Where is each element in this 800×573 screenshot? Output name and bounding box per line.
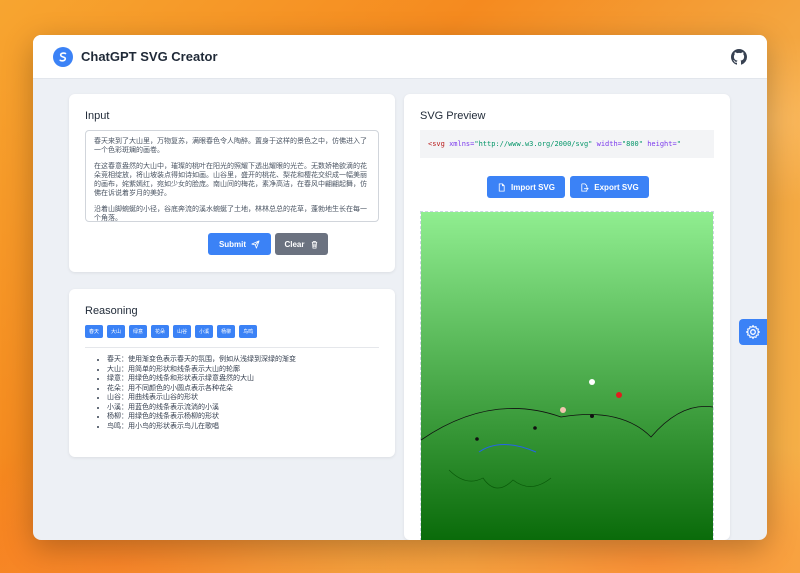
svg-preview-canvas	[420, 211, 714, 540]
keyword-tag: 小溪	[195, 325, 214, 338]
clear-label: Clear	[284, 239, 305, 249]
app-window: ChatGPT SVG Creator Input 春天来到了大山里，万物复苏，…	[33, 35, 767, 540]
app-title: ChatGPT SVG Creator	[81, 49, 218, 64]
prompt-textarea[interactable]: 春天来到了大山里，万物复苏，满眼春色令人陶醉。置身于这样的景色之中，仿佛进入了一…	[85, 130, 379, 222]
list-item: 大山：用简单的形状和线条表示大山的轮廓	[107, 365, 296, 375]
code-attr: width=	[592, 140, 622, 148]
code-attr: xmlns=	[444, 140, 475, 148]
code-value: "http://www.w3.org/2000/svg"	[474, 140, 593, 148]
code-attr: height=	[642, 140, 677, 148]
pink-dot	[560, 407, 566, 413]
list-item: 春天：使用渐变色表示春天的氛围，例如从浅绿到深绿的渐变	[107, 355, 296, 365]
reasoning-divider	[85, 347, 379, 348]
list-item: 绿意：用绿色的线条和形状表示绿意盎然的大山	[107, 374, 296, 384]
export-label: Export SVG	[594, 182, 639, 192]
trash-icon	[311, 240, 317, 249]
svg-code-block[interactable]: <svg xmlns="http://www.w3.org/2000/svg" …	[420, 130, 714, 158]
list-item: 鸟鸣：用小鸟的形状表示鸟儿在歌唱	[107, 422, 296, 432]
submit-label: Submit	[218, 239, 247, 249]
gear-icon	[745, 324, 761, 340]
black-dot	[533, 426, 537, 430]
main-content: Input 春天来到了大山里，万物复苏，满眼春色令人陶醉。置身于这样的景色之中，…	[33, 79, 767, 540]
keyword-tag: 山谷	[173, 325, 192, 338]
export-svg-button[interactable]: Export SVG	[570, 176, 649, 198]
send-icon	[251, 239, 260, 249]
file-export-icon	[581, 182, 589, 192]
keyword-tag: 大山	[107, 325, 126, 338]
black-dot	[475, 437, 479, 441]
spring-mountain-scene	[420, 212, 714, 540]
keyword-tag: 鸟鸣	[239, 325, 258, 338]
app-logo-icon	[53, 46, 73, 67]
code-value: "	[676, 140, 681, 148]
svg-preview-card: SVG Preview <svg xmlns="http://www.w3.or…	[404, 94, 730, 540]
code-value: "800"	[621, 140, 643, 148]
gradient-background	[421, 212, 713, 540]
list-item: 杨柳：用绿色的线条表示杨柳的形状	[107, 412, 296, 422]
clear-button[interactable]: Clear	[275, 233, 328, 255]
prompt-paragraph-2: 在这春意盎然的大山中，璀璨的桃叶在阳光的照耀下透出耀眼的光芒。无数娇艳欲滴的花朵…	[94, 163, 367, 197]
black-dot	[590, 414, 594, 418]
reasoning-title: Reasoning	[85, 305, 138, 317]
list-item: 小溪：用蓝色的线条表示流淌的小溪	[107, 403, 296, 413]
prompt-paragraph-1: 春天来到了大山里，万物复苏，满眼春色令人陶醉。置身于这样的景色之中，仿佛进入了一…	[94, 138, 367, 154]
white-dot	[589, 379, 595, 385]
red-dot	[616, 392, 622, 398]
submit-button[interactable]: Submit	[208, 233, 271, 255]
input-card: Input 春天来到了大山里，万物复苏，满眼春色令人陶醉。置身于这样的景色之中，…	[69, 94, 395, 272]
github-icon[interactable]	[731, 48, 747, 65]
list-item: 山谷：用曲线表示山谷的形状	[107, 393, 296, 403]
keyword-tags: 春天 大山 绿意 花朵 山谷 小溪 杨柳 鸟鸣	[85, 325, 258, 338]
keyword-tag: 春天	[85, 325, 104, 338]
keyword-tag: 杨柳	[217, 325, 236, 338]
import-label: Import SVG	[510, 182, 555, 192]
keyword-tag: 花朵	[151, 325, 170, 338]
code-tag: <svg	[428, 140, 445, 148]
app-header: ChatGPT SVG Creator	[33, 35, 767, 79]
reasoning-list: 春天：使用渐变色表示春天的氛围，例如从浅绿到深绿的渐变 大山：用简单的形状和线条…	[107, 355, 296, 431]
preview-title: SVG Preview	[420, 110, 486, 122]
file-import-icon	[498, 182, 505, 192]
reasoning-card: Reasoning 春天 大山 绿意 花朵 山谷 小溪 杨柳 鸟鸣 春天：使用渐…	[69, 289, 395, 457]
prompt-paragraph-3: 沿着山脚蜿蜒的小径，谷底奔流的溪水蜿蜒了土地，林林总总的花草，蓬勃地生长在每一个…	[94, 206, 367, 222]
import-svg-button[interactable]: Import SVG	[487, 176, 565, 198]
keyword-tag: 绿意	[129, 325, 148, 338]
input-title: Input	[85, 110, 110, 122]
list-item: 花朵：用不同颜色的小圆点表示各种花朵	[107, 384, 296, 394]
settings-button[interactable]	[739, 319, 767, 345]
